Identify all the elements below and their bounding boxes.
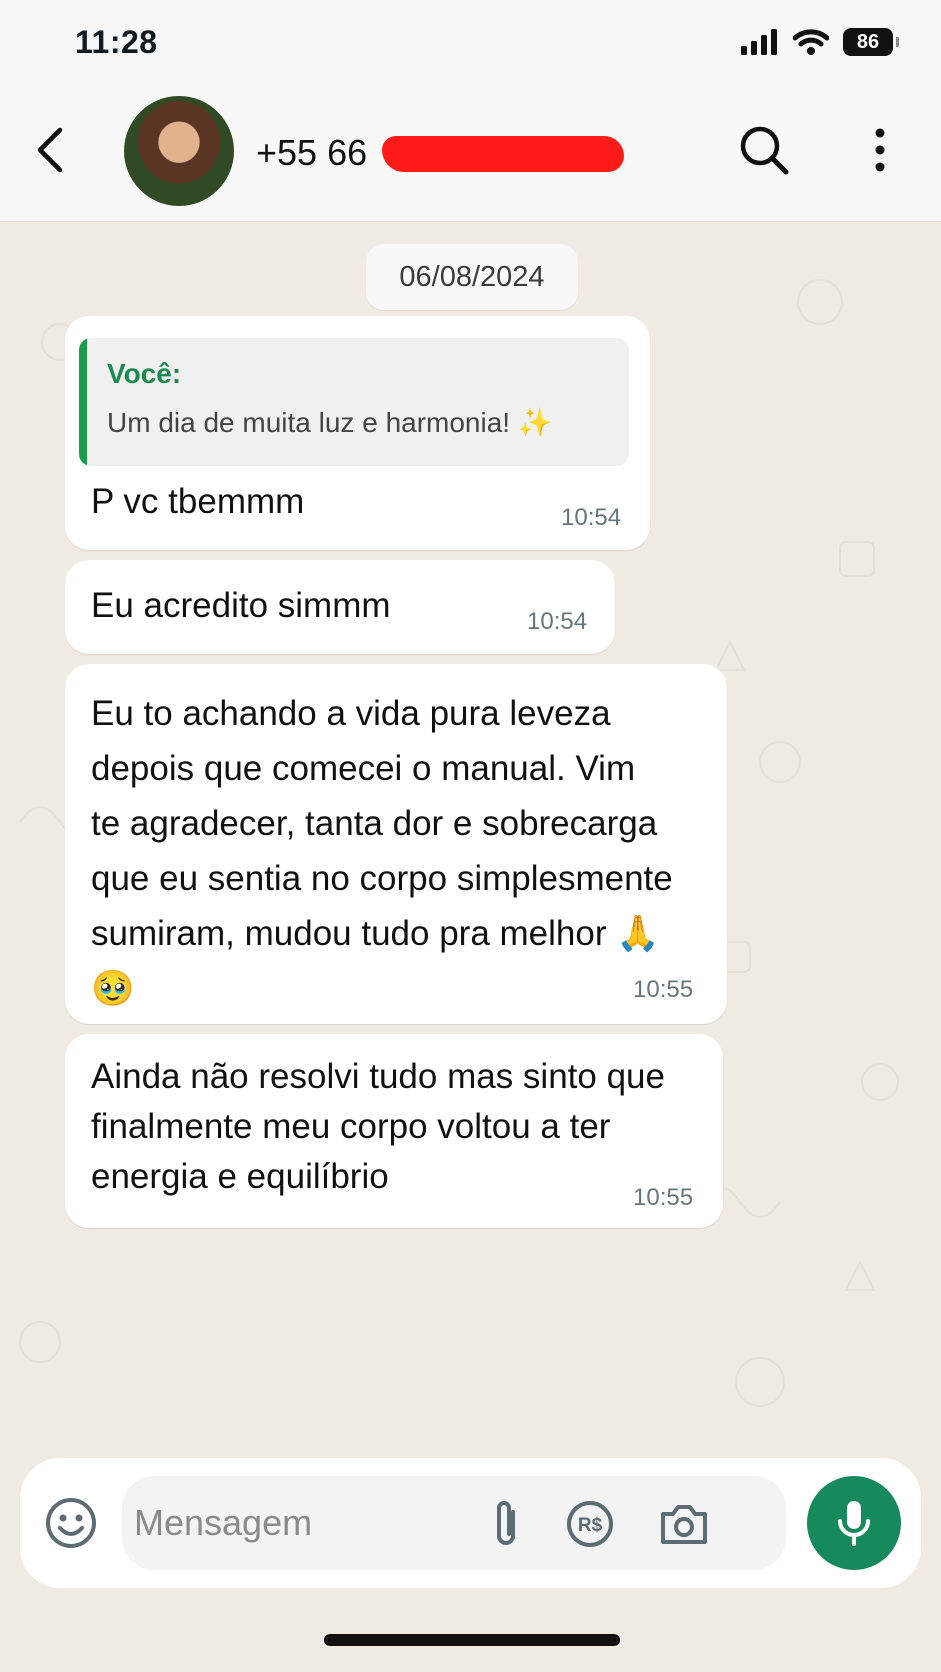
voice-message-button[interactable] <box>807 1476 901 1570</box>
paperclip-icon <box>497 1501 515 1545</box>
message-line: sumiram, mudou tudo pra melhor 🙏 <box>91 914 660 953</box>
message-time: 10:54 <box>561 504 622 531</box>
message-line: energia e equilíbrio <box>91 1157 389 1196</box>
message-line: Ainda não resolvi tudo mas sinto que <box>91 1057 665 1096</box>
contact-name[interactable]: +55 66 <box>256 132 367 174</box>
attach-button[interactable] <box>478 1496 534 1552</box>
status-icons: 86 <box>741 28 899 56</box>
back-button[interactable] <box>30 118 74 182</box>
message-bubble[interactable]: Você: Um dia de muita luz e harmonia! ✨ … <box>65 316 650 550</box>
message-text: Eu acredito simmm <box>91 586 391 625</box>
wifi-icon <box>793 29 829 55</box>
message-bubble[interactable]: Ainda não resolvi tudo mas sinto que fin… <box>65 1034 723 1228</box>
battery-indicator: 86 <box>843 28 899 56</box>
message-time: 10:54 <box>527 608 588 635</box>
more-options-button[interactable] <box>850 120 910 180</box>
message-bubble[interactable]: Eu to achando a vida pura leveza depois … <box>65 664 727 1024</box>
emoji-button[interactable] <box>44 1496 98 1550</box>
date-chip: 06/08/2024 <box>366 244 578 310</box>
quote-accent-bar <box>79 338 87 466</box>
message-line: 🥹 <box>91 969 135 1008</box>
message-composer: R$ <box>20 1458 921 1588</box>
currency-brl-icon: R$ <box>567 1501 613 1547</box>
status-bar: 11:28 86 <box>0 0 941 90</box>
message-text-block: Ainda não resolvi tudo mas sinto que fin… <box>91 1052 665 1202</box>
microphone-icon <box>838 1501 870 1546</box>
quoted-message[interactable]: Você: Um dia de muita luz e harmonia! ✨ <box>79 338 629 466</box>
quote-text: Um dia de muita luz e harmonia! ✨ <box>107 407 553 438</box>
message-line: depois que comecei o manual. Vim <box>91 749 636 788</box>
search-button[interactable] <box>734 120 794 180</box>
message-line: te agradecer, tanta dor e sobrecarga <box>91 804 658 843</box>
camera-icon <box>661 1505 707 1544</box>
redaction-mark <box>382 136 624 172</box>
chat-header: +55 66 <box>0 90 941 222</box>
message-line: que eu sentia no corpo simplesmente <box>91 859 673 898</box>
search-icon <box>740 126 789 175</box>
avatar[interactable] <box>124 96 234 206</box>
message-text: P vc tbemmm <box>91 482 305 521</box>
quote-author: Você: <box>107 358 182 389</box>
message-bubble[interactable]: Eu acredito simmm 10:54 <box>65 560 615 654</box>
message-input[interactable] <box>134 1476 454 1570</box>
message-line: Eu to achando a vida pura leveza <box>91 694 611 733</box>
message-line: finalmente meu corpo voltou a ter <box>91 1107 611 1146</box>
more-vertical-icon <box>875 128 885 172</box>
status-time: 11:28 <box>75 24 158 60</box>
chevron-left-icon <box>37 127 63 173</box>
svg-text:R$: R$ <box>578 1515 603 1536</box>
message-field: R$ <box>122 1476 786 1570</box>
message-time: 10:55 <box>633 1184 694 1211</box>
message-text-block: Eu to achando a vida pura leveza depois … <box>91 686 673 1016</box>
sticker-emoji-icon <box>46 1498 96 1548</box>
message-time: 10:55 <box>633 976 694 1003</box>
home-indicator[interactable] <box>324 1634 620 1646</box>
chat-area[interactable]: 06/08/2024 Você: Um dia de muita luz e h… <box>0 222 941 1458</box>
camera-button[interactable] <box>656 1496 712 1552</box>
payment-button[interactable]: R$ <box>562 1496 618 1552</box>
signal-icon <box>741 29 777 55</box>
